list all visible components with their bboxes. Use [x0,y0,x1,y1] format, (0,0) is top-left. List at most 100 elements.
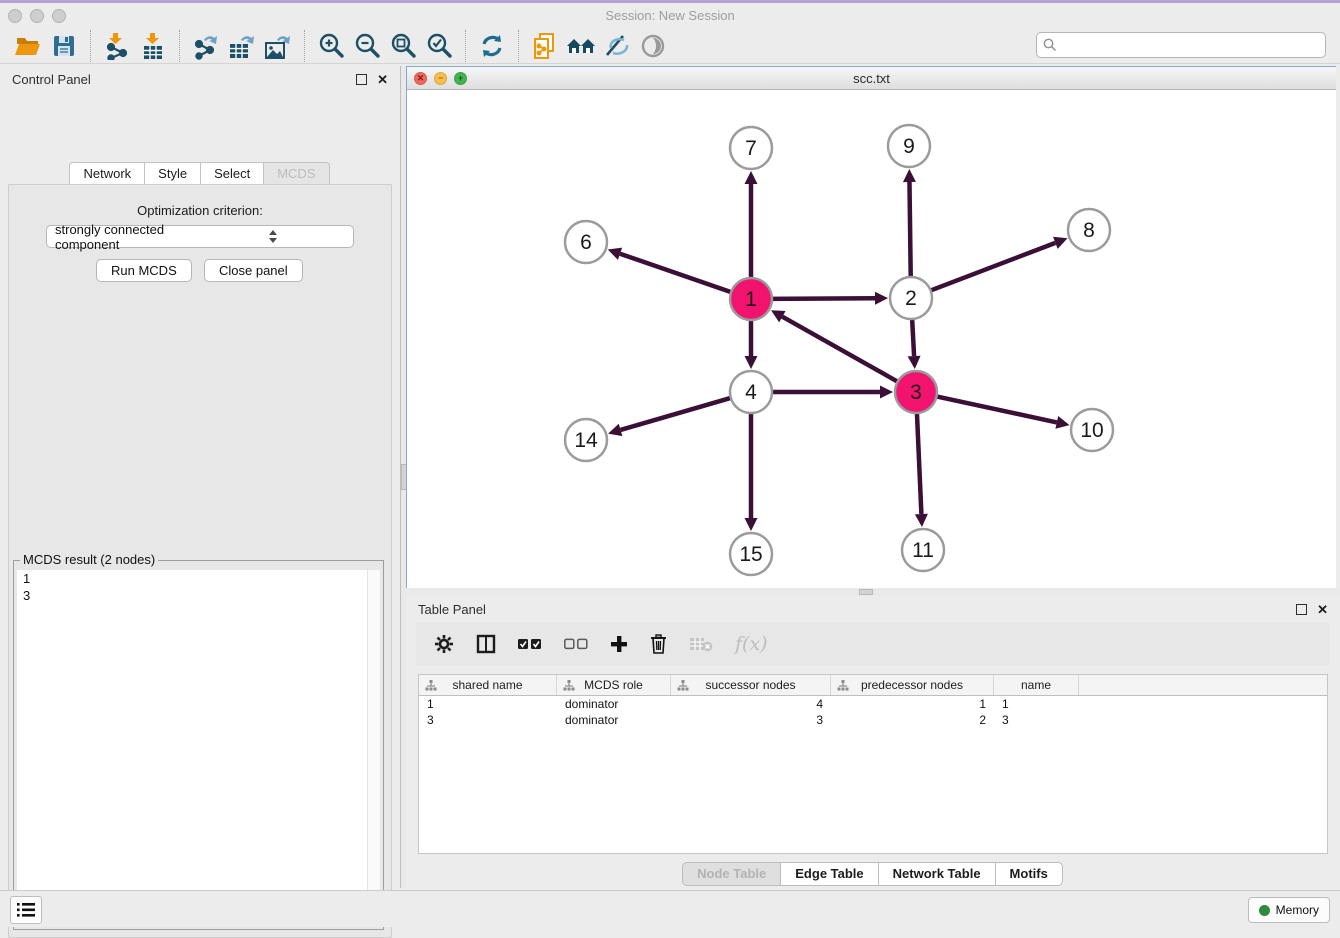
network-window: ✕ − + scc.txt 7968124314101511 [406,66,1336,588]
eye-icon [640,33,666,59]
tab-edge-table[interactable]: Edge Table [780,862,878,886]
horizontal-split-divider[interactable] [406,588,1340,596]
table-cell[interactable]: 1 [994,697,1079,711]
table-cell[interactable]: 3 [994,713,1079,727]
mcds-result-textarea[interactable]: 13 [17,570,380,926]
table-cell[interactable]: 1 [419,697,557,711]
table-cell[interactable]: 3 [419,713,557,727]
graph-edge-1-6[interactable] [620,254,734,293]
close-panel-icon[interactable]: ✕ [377,75,388,84]
graph-edge-2-9[interactable] [909,182,910,280]
table-cell[interactable]: dominator [557,713,671,727]
refresh-view-button[interactable] [476,31,508,61]
app-title: Session: New Session [0,8,1340,23]
graph-node-label: 7 [745,137,757,160]
save-disk-icon [52,34,76,58]
open-session-button[interactable] [12,31,44,61]
mcds-result-line: 3 [17,587,380,604]
float-panel-icon[interactable] [1296,604,1307,615]
zoom-fit-button[interactable] [387,31,419,61]
export-image-button[interactable] [262,31,294,61]
zoom-selected-button[interactable] [423,31,455,61]
table-cell[interactable]: 4 [671,697,831,711]
column-header-MCDS-role[interactable]: MCDS role [557,675,671,695]
close-panel-button[interactable]: Close panel [204,259,303,282]
memory-label: Memory [1276,903,1319,917]
gear-icon [434,634,454,654]
table-cell[interactable]: dominator [557,697,671,711]
table-cell[interactable]: 3 [671,713,831,727]
tab-select[interactable]: Select [200,162,264,186]
column-header-shared-name[interactable]: shared name [419,675,557,695]
graph-edge-3-11[interactable] [917,410,922,514]
tab-mcds[interactable]: MCDS [263,162,329,186]
tab-node-table[interactable]: Node Table [682,862,781,886]
network-window-title: scc.txt [407,71,1336,86]
graph-node-label: 2 [905,287,917,310]
network-canvas[interactable]: 7968124314101511 [407,90,1336,589]
table-row[interactable]: 3dominator323 [419,712,1327,728]
optimization-criterion-dropdown[interactable]: strongly connected component [46,225,354,248]
search-field[interactable] [1036,32,1326,58]
graph-edge-4-14[interactable] [621,397,734,430]
show-hide-panel-button[interactable] [637,31,669,61]
table-cell[interactable]: 1 [831,697,994,711]
control-panel-tabs: NetworkStyleSelectMCDS [0,162,400,186]
unselect-all-columns-button[interactable] [564,638,588,650]
table-panel-title: Table Panel [418,602,486,617]
run-mcds-button[interactable]: Run MCDS [96,259,192,282]
tab-network-table[interactable]: Network Table [878,862,996,886]
zoom-out-button[interactable] [351,31,383,61]
column-header-predecessor-nodes[interactable]: predecessor nodes [831,675,994,695]
tab-network[interactable]: Network [69,162,145,186]
mcds-result-title: MCDS result (2 nodes) [20,552,158,567]
divider-handle[interactable] [859,589,873,595]
home-icon [565,34,597,58]
export-network-button[interactable] [190,31,222,61]
graph-node-label: 3 [910,381,922,404]
float-panel-icon[interactable] [356,74,367,85]
graph-edge-3-10[interactable] [934,396,1057,423]
delete-column-button[interactable] [650,634,667,654]
dropdown-stepper-icon [200,230,345,243]
table-panel: Table Panel ✕ [406,596,1340,888]
close-panel-icon[interactable]: ✕ [1317,605,1328,614]
zoom-in-button[interactable] [315,31,347,61]
table-cell[interactable]: 2 [831,713,994,727]
home-layout-button[interactable] [565,31,597,61]
graph-edge-arrowhead [903,169,916,182]
plus-icon [610,635,628,653]
tab-motifs[interactable]: Motifs [995,862,1063,886]
function-builder-button[interactable]: f(x) [735,633,768,655]
graph-node-label: 11 [912,539,934,562]
graph-edge-2-3[interactable] [912,316,914,356]
graph-edge-1-2[interactable] [769,298,875,299]
select-all-columns-button[interactable] [518,638,542,650]
delete-table-button[interactable] [689,636,713,652]
import-network-button[interactable] [101,31,133,61]
column-header-successor-nodes[interactable]: successor nodes [671,675,831,695]
save-session-button[interactable] [48,31,80,61]
node-table[interactable]: shared nameMCDS rolesuccessor nodesprede… [418,674,1328,854]
search-input[interactable] [1061,35,1325,55]
graph-edge-arrowhead [880,386,893,399]
graph-edge-2-8[interactable] [928,243,1056,292]
tab-style[interactable]: Style [144,162,201,186]
clone-network-button[interactable] [529,31,561,61]
column-header-name[interactable]: name [994,675,1079,695]
create-column-button[interactable] [610,635,628,653]
table-settings-button[interactable] [434,634,454,654]
table-row[interactable]: 1dominator411 [419,696,1327,712]
network-graph[interactable]: 7968124314101511 [407,90,1337,589]
export-table-button[interactable] [226,31,258,61]
graph-edge-arrowhead [875,292,888,305]
show-column-button[interactable] [476,634,496,654]
graph-edge-3-1[interactable] [782,317,900,383]
show-panels-button[interactable] [10,896,42,924]
export-table-icon [228,32,256,60]
memory-button[interactable]: Memory [1248,897,1330,923]
network-window-titlebar[interactable]: ✕ − + scc.txt [407,67,1336,90]
import-table-button[interactable] [137,31,169,61]
result-scrollbar[interactable] [367,570,380,926]
apply-style-button[interactable] [601,31,633,61]
